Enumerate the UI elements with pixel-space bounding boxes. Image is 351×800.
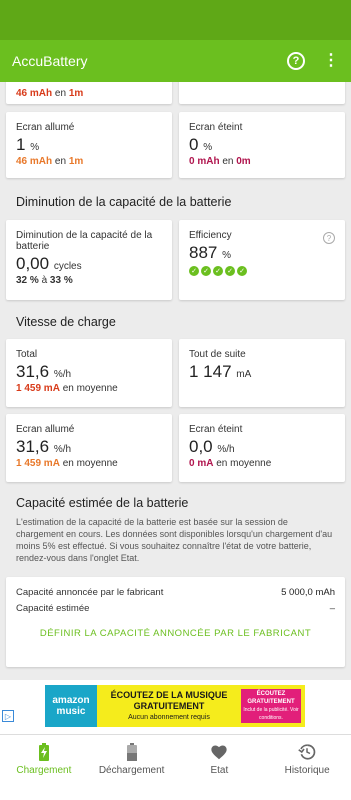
efficiency-card[interactable]: Efficiency ? 887 % ✓ ✓ ✓ ✓ ✓	[179, 220, 345, 300]
rating-dots: ✓ ✓ ✓ ✓ ✓	[189, 266, 335, 276]
set-rated-capacity-button[interactable]: DÉFINIR LA CAPACITÉ ANNONCÉE PAR LE FABR…	[36, 628, 315, 640]
nav-label: Etat	[210, 765, 229, 776]
nav-history[interactable]: Historique	[263, 735, 351, 800]
more-options-icon[interactable]: ⋮	[323, 53, 339, 69]
card-ma: 1 459 mA	[16, 458, 60, 469]
screen-off-speed-card: Ecran éteint 0,0 %/h 0 mA en moyenne	[179, 414, 345, 482]
card-value: 0,00	[16, 254, 50, 273]
ad-content[interactable]: amazon music ÉCOUTEZ DE LA MUSIQUE GRATU…	[45, 685, 305, 727]
status-bar	[0, 0, 351, 40]
check-circle-icon: ✓	[189, 266, 199, 276]
total-speed-card: Total 31,6 %/h 1 459 mA en moyenne	[6, 339, 172, 407]
history-icon	[298, 743, 316, 761]
card-ma: 0 mA	[189, 458, 214, 469]
battery-charging-icon	[38, 743, 49, 761]
estimated-value: –	[329, 603, 335, 614]
estimate-section-title: Capacité estimée de la batterie	[16, 496, 189, 510]
nav-charging[interactable]: Chargement	[0, 735, 88, 800]
screen-on-speed-card: Ecran allumé 31,6 %/h 1 459 mA en moyenn…	[6, 414, 172, 482]
card-label: Ecran allumé	[16, 122, 75, 133]
screen-on-discharge-card: Ecran allumé 1 % 46 mAh en 1m	[6, 112, 172, 178]
ad-subtext: Aucun abonnement requis	[128, 713, 210, 721]
app-title: AccuBattery	[12, 53, 88, 69]
check-circle-icon: ✓	[225, 266, 235, 276]
nav-health[interactable]: Etat	[176, 735, 264, 800]
check-circle-icon: ✓	[213, 266, 223, 276]
card-value: 0,0	[189, 437, 213, 456]
screen-off-discharge-card: Ecran éteint 0 % 0 mAh en 0m	[179, 112, 345, 178]
range-to: 33 %	[49, 275, 73, 286]
card-value: 31,6	[16, 362, 50, 381]
card-label: Ecran éteint	[189, 424, 243, 435]
card-label: Efficiency	[189, 230, 232, 241]
partial-card-left: 46 mAh en 1m	[6, 82, 172, 104]
card-time: 1m	[68, 156, 84, 167]
card-value: 31,6	[16, 437, 50, 456]
estimated-capacity-row: Capacité estimée –	[16, 603, 335, 614]
ad-banner[interactable]: ▷ amazon music ÉCOUTEZ DE LA MUSIQUE GRA…	[0, 680, 351, 734]
rated-capacity-row: Capacité annoncée par le fabricant 5 000…	[16, 587, 335, 598]
estimated-label: Capacité estimée	[16, 603, 90, 614]
speed-section-title: Vitesse de charge	[16, 315, 116, 329]
heart-icon	[210, 743, 228, 761]
card-label: Ecran éteint	[189, 122, 243, 133]
card-value: 887	[189, 243, 218, 262]
bottom-navigation: Chargement Déchargement Etat Historique	[0, 734, 351, 800]
card-value: 1	[16, 135, 26, 154]
card-time: 0m	[236, 156, 251, 167]
nav-label: Déchargement	[98, 765, 165, 776]
nav-label: Historique	[284, 765, 330, 776]
current-speed-card: Tout de suite 1 147 mA	[179, 339, 345, 407]
card-label: Diminution de la capacité de la batterie	[16, 230, 153, 252]
ad-badge: ÉCOUTEZ GRATUITEMENT	[247, 691, 295, 705]
app-bar: AccuBattery ? ⋮	[0, 40, 351, 82]
help-icon[interactable]: ?	[287, 52, 305, 70]
partial-time: 1m	[68, 88, 84, 99]
ad-headline: ÉCOUTEZ DE LA MUSIQUE GRATUITEMENT	[110, 689, 228, 711]
card-label: Ecran allumé	[16, 424, 75, 435]
card-ma: 1 459 mA	[16, 383, 60, 394]
help-icon[interactable]: ?	[323, 232, 335, 244]
partial-card-right	[179, 82, 345, 104]
nav-discharging[interactable]: Déchargement	[88, 735, 176, 800]
card-value: 0	[189, 135, 199, 154]
rated-label: Capacité annoncée par le fabricant	[16, 587, 164, 598]
rated-value: 5 000,0 mAh	[281, 587, 335, 598]
nav-label: Chargement	[16, 765, 72, 776]
battery-icon	[126, 743, 137, 761]
ad-info-icon[interactable]: ▷	[2, 710, 14, 722]
check-circle-icon: ✓	[237, 266, 247, 276]
ad-logo: amazon music	[45, 685, 97, 727]
card-value: 1 147	[189, 362, 232, 381]
capacity-card: Diminution de la capacité de la batterie…	[6, 220, 172, 300]
estimate-description: L'estimation de la capacité de la batter…	[16, 517, 333, 563]
capacity-section-title: Diminution de la capacité de la batterie	[16, 195, 232, 209]
ad-badge-sub: Inclut de la publicité. Voir conditions.	[243, 707, 299, 721]
card-label: Tout de suite	[189, 349, 246, 360]
main-content[interactable]: 46 mAh en 1m Ecran allumé 1 % 46 mAh en …	[0, 82, 351, 734]
estimate-card: Capacité annoncée par le fabricant 5 000…	[6, 577, 345, 667]
range-from: 32 %	[16, 275, 39, 286]
partial-mah: 46 mAh	[16, 88, 53, 99]
check-circle-icon: ✓	[201, 266, 211, 276]
card-mah: 46 mAh	[16, 156, 53, 167]
card-mah: 0 mAh	[189, 156, 220, 167]
card-label: Total	[16, 349, 38, 360]
